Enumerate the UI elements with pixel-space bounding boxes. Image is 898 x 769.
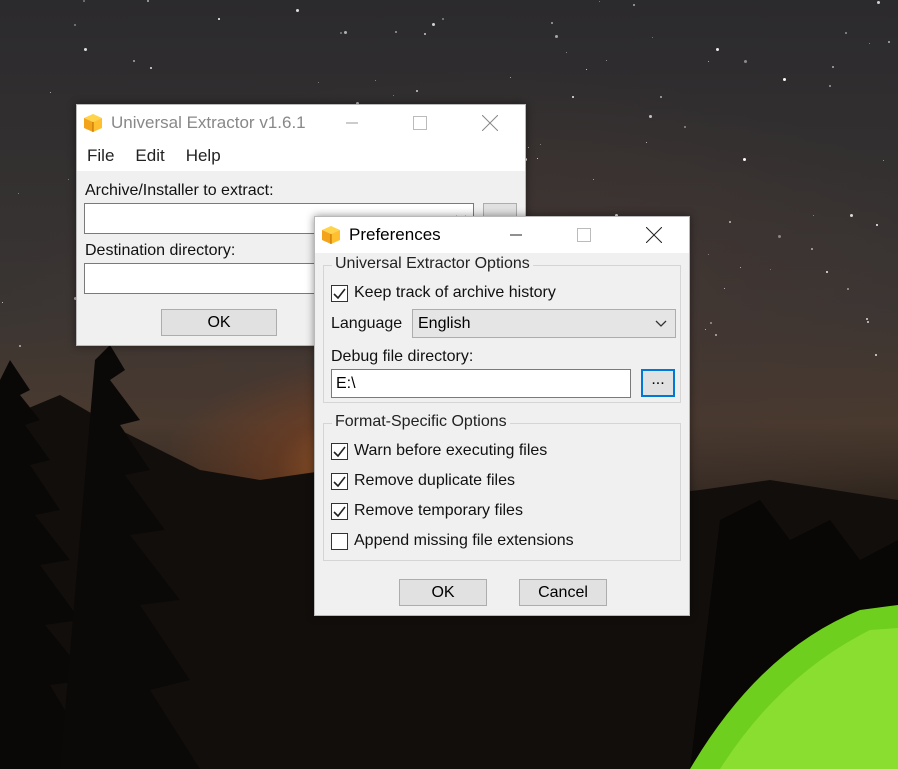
debug-dir-value: E:\ <box>336 375 356 392</box>
main-window-title: Universal Extractor v1.6.1 <box>111 113 306 132</box>
main-ok-button[interactable]: OK <box>161 309 277 336</box>
debug-dir-browse-button[interactable]: ... <box>641 369 675 397</box>
warn-executing-checkbox[interactable]: Warn before executing files <box>331 442 547 460</box>
minimize-button[interactable] <box>329 105 375 141</box>
main-title-bar[interactable]: Universal Extractor v1.6.1 <box>77 105 525 141</box>
warn-executing-label: Warn before executing files <box>354 442 548 459</box>
pref-cancel-label: Cancel <box>538 583 588 601</box>
minimize-icon <box>346 122 358 124</box>
destination-label: Destination directory: <box>85 242 236 259</box>
pref-maximize-button[interactable] <box>561 217 607 253</box>
debug-dir-input[interactable]: E:\ <box>331 369 631 398</box>
pref-cancel-button[interactable]: Cancel <box>519 579 607 606</box>
preferences-title-bar[interactable]: Preferences <box>315 217 689 253</box>
preferences-dialog: Preferences Universal Extractor Options … <box>314 216 690 616</box>
pref-minimize-button[interactable] <box>493 217 539 253</box>
remove-duplicate-label: Remove duplicate files <box>354 472 515 489</box>
keep-history-checkbox[interactable]: Keep track of archive history <box>331 284 556 302</box>
ue-options-group: Universal Extractor Options Keep track o… <box>323 255 681 403</box>
remove-temporary-label: Remove temporary files <box>354 502 523 519</box>
keep-history-label: Keep track of archive history <box>354 284 556 301</box>
pref-close-button[interactable] <box>631 217 677 253</box>
append-extensions-label: Append missing file extensions <box>354 532 574 549</box>
language-select[interactable]: English <box>412 309 676 338</box>
close-icon <box>482 115 498 131</box>
pref-ok-label: OK <box>431 583 455 601</box>
menu-help[interactable]: Help <box>186 146 221 166</box>
remove-duplicate-box[interactable] <box>331 472 348 490</box>
checkmark-icon <box>333 446 346 457</box>
append-extensions-box[interactable] <box>331 532 348 550</box>
close-button[interactable] <box>467 105 513 141</box>
pref-ok-button[interactable]: OK <box>399 579 487 606</box>
maximize-icon <box>577 228 591 242</box>
menu-file[interactable]: File <box>87 146 114 166</box>
app-box-icon <box>322 226 340 244</box>
browse-label: ... <box>651 371 665 388</box>
format-options-group: Format-Specific Options Warn before exec… <box>323 413 681 561</box>
main-ok-label: OK <box>207 313 231 331</box>
app-box-icon <box>84 114 102 132</box>
close-icon <box>646 227 662 243</box>
warn-executing-box[interactable] <box>331 442 348 460</box>
minimize-icon <box>510 234 522 236</box>
chevron-down-icon <box>655 320 667 327</box>
format-options-title: Format-Specific Options <box>332 413 510 431</box>
archive-label: Archive/Installer to extract: <box>85 182 274 199</box>
main-menu-bar: File Edit Help <box>77 141 525 171</box>
debug-dir-label: Debug file directory: <box>331 348 474 365</box>
language-value: English <box>418 315 471 332</box>
preferences-title: Preferences <box>349 225 441 244</box>
language-label: Language <box>331 315 403 332</box>
remove-temporary-checkbox[interactable]: Remove temporary files <box>331 502 523 520</box>
remove-duplicate-checkbox[interactable]: Remove duplicate files <box>331 472 515 490</box>
checkmark-icon <box>333 288 346 299</box>
checkmark-icon <box>333 506 346 517</box>
ue-options-title: Universal Extractor Options <box>332 255 533 273</box>
maximize-button[interactable] <box>397 105 443 141</box>
keep-history-box[interactable] <box>331 284 348 302</box>
menu-edit[interactable]: Edit <box>135 146 164 166</box>
checkmark-icon <box>333 476 346 487</box>
remove-temporary-box[interactable] <box>331 502 348 520</box>
maximize-icon <box>413 116 427 130</box>
append-extensions-checkbox[interactable]: Append missing file extensions <box>331 532 574 550</box>
